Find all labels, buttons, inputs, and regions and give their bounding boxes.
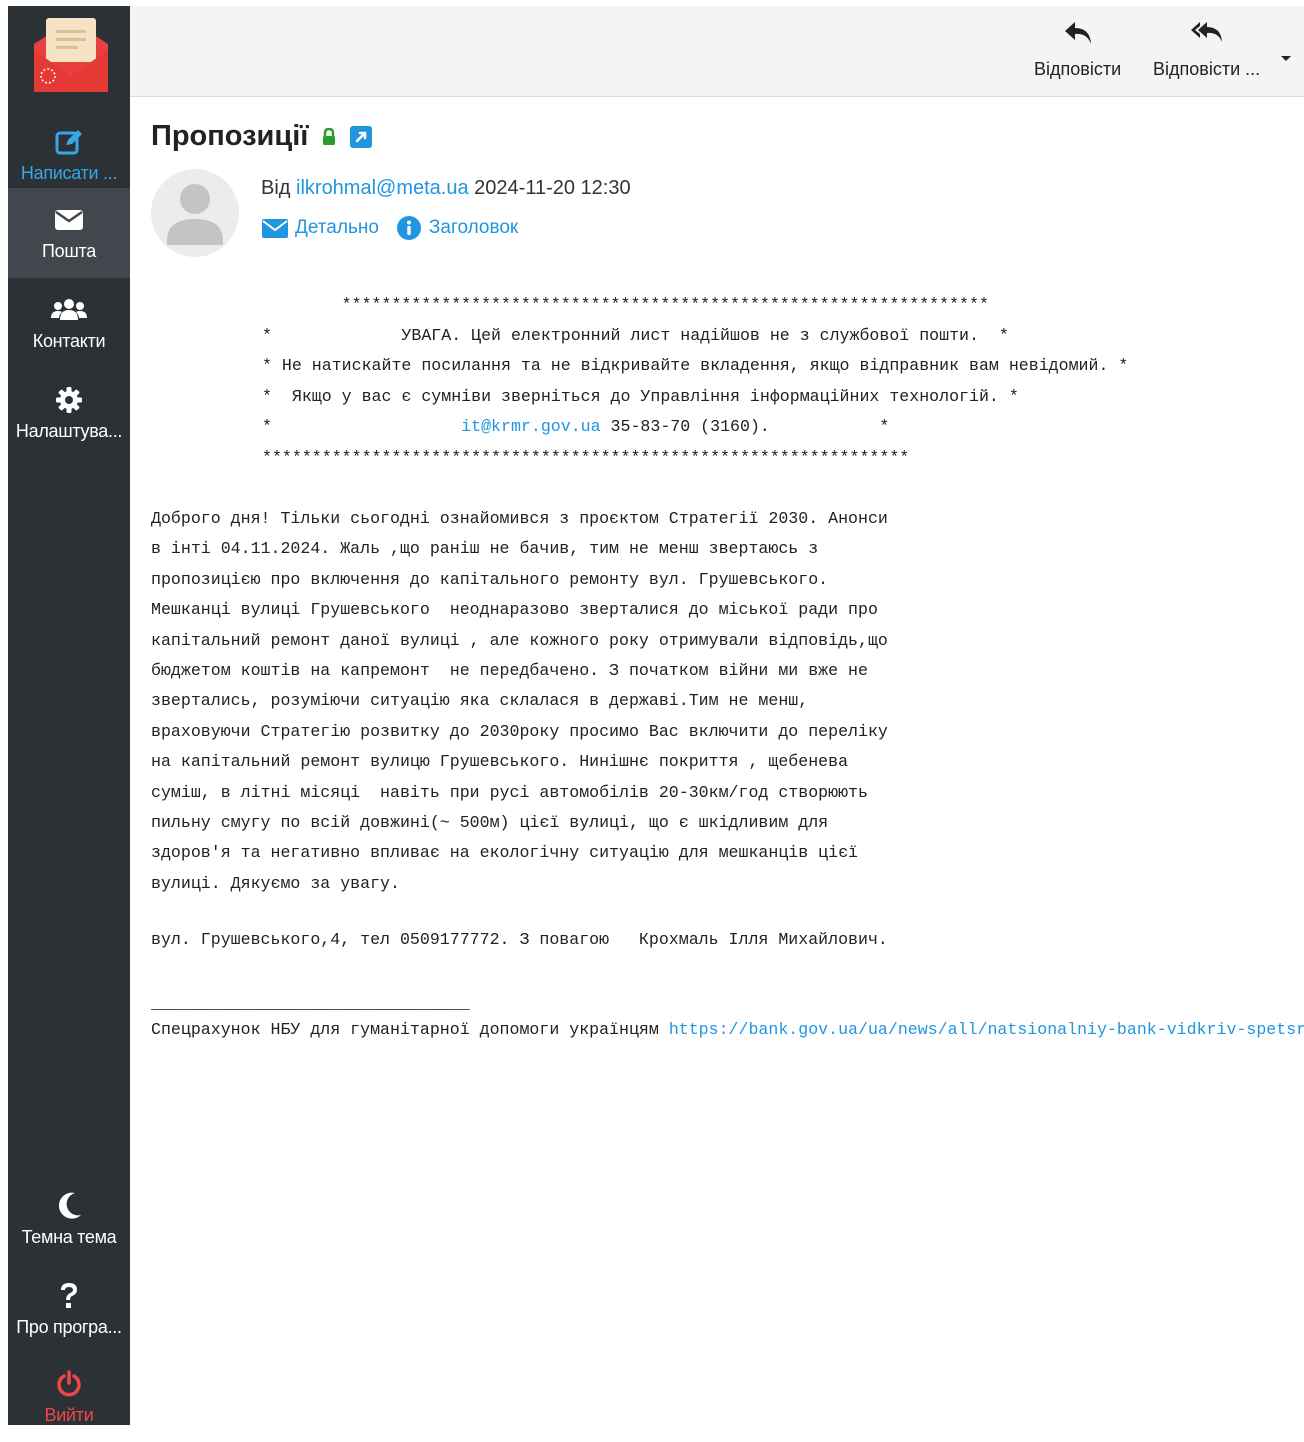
edit-icon [55,127,83,157]
nav-contacts-label: Контакти [32,330,106,351]
reply-all-label: Відповісти ... [1153,59,1261,79]
warning-line: * it@krmr.gov.ua 35-83-70 (3160). * [262,412,1128,443]
nav-about[interactable]: Про програ... [8,1264,130,1354]
headers-link[interactable]: Заголовок [396,216,519,240]
power-icon [56,1369,82,1399]
nav-compose[interactable]: Написати ... [8,110,130,200]
warning-line: * Якщо у вас є сумніви зверніться до Упр… [262,386,1019,406]
message-actions: Детально Заголовок [262,216,518,240]
reply-icon [1063,20,1093,51]
envelope-icon [262,218,288,238]
message-body: Доброго дня! Тільки сьогодні ознайомився… [151,509,888,893]
warning-line: ****************************************… [262,447,910,467]
nav-dark-theme-label: Темна тема [21,1226,117,1247]
subject-row: Пропозиції [151,120,373,153]
sender-avatar [151,169,239,257]
details-link[interactable]: Детально [262,217,379,239]
users-icon [51,295,87,325]
warning-line: * УВАГА. Цей електронний лист надійшов н… [262,325,1009,345]
sidebar: Написати ... Пошта Контакти Налаштува...… [8,6,130,1425]
nav-logout[interactable]: Вийти [8,1352,130,1442]
nbu-link[interactable]: https://bank.gov.ua/ua/news/all/natsiona… [669,1020,1304,1039]
nav-mail-label: Пошта [42,240,96,261]
lock-icon [322,128,336,145]
nav-about-label: Про програ... [16,1316,122,1337]
app-logo [32,16,110,96]
reply-button[interactable]: Відповісти [1034,20,1121,86]
envelope-icon [54,205,84,235]
details-label: Детально [295,217,379,238]
nav-dark-theme[interactable]: Темна тема [8,1174,130,1264]
nav-settings[interactable]: Налаштува... [8,368,130,458]
reply-all-button[interactable]: Відповісти ... [1153,20,1260,86]
warning-line-prefix: * [262,417,462,436]
gear-icon [55,385,83,415]
nav-logout-label: Вийти [44,1404,94,1425]
headers-label: Заголовок [428,217,519,238]
question-icon [58,1281,80,1311]
sender-line: Від ilkrohmal@meta.ua 2024-11-20 12:30 [261,177,631,200]
open-in-window-icon[interactable] [350,125,373,148]
message-toolbar: Відповісти Відповісти ... [130,6,1304,97]
moon-icon [55,1191,83,1221]
external-mail-warning: ****************************************… [262,290,1128,473]
warning-line: * Не натискайте посилання та не відкрива… [262,356,1129,375]
signature-separator: ________________________________ [151,994,470,1013]
more-dropdown-icon[interactable] [1280,50,1292,68]
it-email-link[interactable]: it@krmr.gov.ua [461,417,600,436]
nav-mail[interactable]: Пошта [8,188,130,278]
warning-line: ****************************************… [262,295,989,314]
message-footer: Спецрахунок НБУ для гуманітарної допомог… [151,1020,1304,1039]
nav-compose-label: Написати ... [20,162,118,183]
reply-all-icon [1190,20,1224,51]
info-icon [396,216,421,240]
message-signature: вул. Грушевського,4, тел 0509177772. З п… [151,930,888,949]
reply-label: Відповісти [1034,59,1122,79]
warning-line-suffix: 35-83-70 (3160). * [600,417,890,436]
sender-email-link[interactable]: ilkrohmal@meta.ua [296,177,469,199]
nav-settings-label: Налаштува... [15,420,123,441]
from-prefix: Від [261,177,291,199]
footer-text: Спецрахунок НБУ для гуманітарної допомог… [151,1020,669,1039]
nav-contacts[interactable]: Контакти [8,278,130,368]
message-date: 2024-11-20 12:30 [474,177,631,199]
message-subject: Пропозиції [151,120,309,152]
